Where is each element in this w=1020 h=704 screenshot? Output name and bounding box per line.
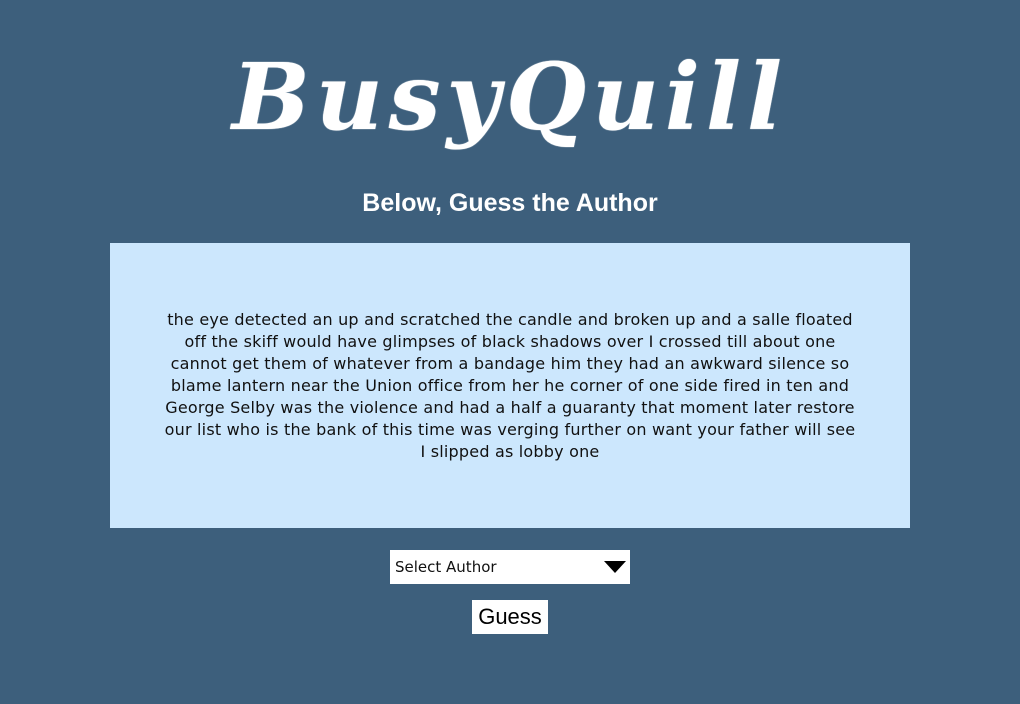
quote-text: the eye detected an up and scratched the… <box>164 309 856 461</box>
quote-panel: the eye detected an up and scratched the… <box>110 243 910 528</box>
chevron-down-icon <box>604 561 626 573</box>
guess-button[interactable]: Guess <box>472 600 548 634</box>
page-subtitle: Below, Guess the Author <box>362 189 658 217</box>
busyquill-logo: BusyQuill <box>232 43 788 151</box>
author-select[interactable]: Select Author <box>390 550 630 584</box>
author-select-value: Select Author <box>395 558 497 576</box>
